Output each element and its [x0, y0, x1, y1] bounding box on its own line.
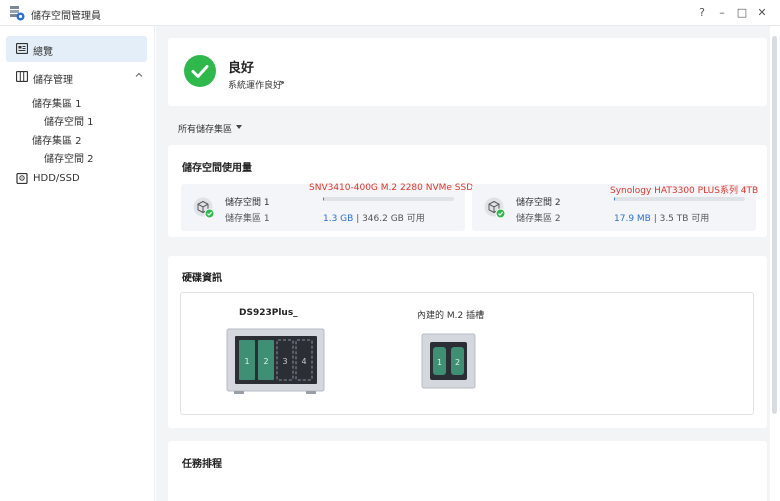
- minimize-button[interactable]: –: [713, 4, 731, 22]
- sidebar-item-label: 總覽: [33, 47, 53, 58]
- storage-manager-app-icon: [10, 6, 25, 21]
- nas-device-illustration[interactable]: 1 2 3 4: [226, 328, 326, 396]
- usage-card: 儲存空間使用量 儲存空間 1 儲存集區 1 SNV3410-400G M.2 2…: [168, 145, 767, 237]
- sidebar-item-pool-2[interactable]: 儲存集區 2: [32, 132, 82, 147]
- status-title: 良好: [228, 61, 255, 76]
- volume-icon: [193, 197, 215, 219]
- m2-slot-label: 內建的 M.2 插槽: [417, 311, 485, 321]
- sidebar-item-volume-1[interactable]: 儲存空間 1: [44, 113, 94, 128]
- status-card: 良好 系統運作良好: [168, 38, 767, 106]
- sidebar: 總覽 儲存管理 儲存集區 1 儲存空間 1 儲存集區 2 儲存空間 2 HDD/…: [0, 26, 155, 501]
- hardware-card: 硬碟資訊 DS923Plus_ 1 2 3 4 內建的 M.2 插槽 1 2: [168, 256, 767, 428]
- usage-title: 儲存空間使用量: [182, 163, 252, 174]
- storage-manage-icon: [16, 71, 28, 82]
- window-title: 儲存空間管理員: [31, 11, 101, 22]
- scrollbar-thumb[interactable]: [772, 36, 777, 414]
- drive-bay-2: 2: [263, 357, 268, 366]
- sidebar-item-label: 儲存管理: [33, 75, 73, 86]
- title-bar: 儲存空間管理員 ? – □ ✕: [0, 0, 780, 26]
- overview-icon: [16, 43, 28, 54]
- maximize-button[interactable]: □: [733, 4, 751, 22]
- volume-usage-fill: [614, 197, 616, 201]
- disk-icon: [16, 173, 28, 184]
- volume-usage-text: 1.3 GB | 346.2 GB 可用: [323, 211, 425, 224]
- drive-bay-4: 4: [301, 357, 306, 366]
- hardware-panel: DS923Plus_ 1 2 3 4 內建的 M.2 插槽 1 2: [180, 292, 754, 415]
- volume-card-1[interactable]: 儲存空間 1 儲存集區 1 SNV3410-400G M.2 2280 NVMe…: [181, 183, 473, 231]
- sidebar-item-label: HDD/SSD: [33, 173, 80, 184]
- close-button[interactable]: ✕: [753, 4, 771, 22]
- volume-free: | 346.2 GB 可用: [353, 214, 425, 224]
- chevron-up-icon[interactable]: [134, 70, 144, 80]
- m2-slot-illustration[interactable]: 1 2: [421, 333, 477, 391]
- drive-bay-1: 1: [244, 357, 249, 366]
- volume-pool: 儲存集區 2: [516, 214, 561, 224]
- volume-card-2[interactable]: 儲存空間 2 儲存集區 2 Synology HAT3300 PLUS系列 4T…: [472, 184, 759, 231]
- device-name: DS923Plus_: [239, 308, 298, 318]
- volume-drive-note: Synology HAT3300 PLUS系列 4TB: [610, 186, 759, 196]
- volume-icon: [484, 197, 506, 219]
- sidebar-item-storage-manage[interactable]: 儲存管理: [6, 64, 147, 90]
- status-subtitle: 系統運作良好: [228, 81, 283, 91]
- volume-used: 1.3 GB: [323, 214, 354, 224]
- sidebar-item-volume-2[interactable]: 儲存空間 2: [44, 150, 94, 165]
- volume-usage-fill: [323, 197, 325, 201]
- hardware-title: 硬碟資訊: [182, 273, 222, 284]
- caret-down-icon[interactable]: [236, 125, 242, 129]
- tasks-card: 任務排程: [168, 441, 767, 501]
- volume-name: 儲存空間 1: [225, 198, 270, 208]
- volume-usage-text: 17.9 MB | 3.5 TB 可用: [614, 211, 709, 224]
- drive-bay-3: 3: [282, 357, 287, 366]
- status-dot: [281, 81, 284, 84]
- volume-usage-bar: [323, 197, 454, 201]
- m2-slot-2: 2: [455, 358, 460, 367]
- volume-usage-bar: [614, 197, 745, 201]
- pool-filter-dropdown[interactable]: 所有儲存集區: [178, 122, 232, 135]
- sidebar-item-pool-1[interactable]: 儲存集區 1: [32, 95, 82, 110]
- volume-pool: 儲存集區 1: [225, 214, 270, 224]
- sidebar-item-hdd-ssd[interactable]: HDD/SSD: [6, 166, 147, 192]
- tasks-title: 任務排程: [182, 459, 222, 470]
- m2-slot-1: 1: [437, 358, 442, 367]
- volume-used: 17.9 MB: [614, 214, 651, 224]
- check-circle-icon: [184, 55, 216, 87]
- volume-name: 儲存空間 2: [516, 198, 561, 208]
- main-content: 良好 系統運作良好 所有儲存集區 儲存空間使用量 儲存空間 1 儲存集區 1 S…: [156, 26, 770, 501]
- help-button[interactable]: ?: [693, 4, 711, 22]
- volume-free: | 3.5 TB 可用: [650, 214, 710, 224]
- volume-drive-note: SNV3410-400G M.2 2280 NVMe SSD: [309, 183, 474, 193]
- sidebar-item-overview[interactable]: 總覽: [6, 36, 147, 62]
